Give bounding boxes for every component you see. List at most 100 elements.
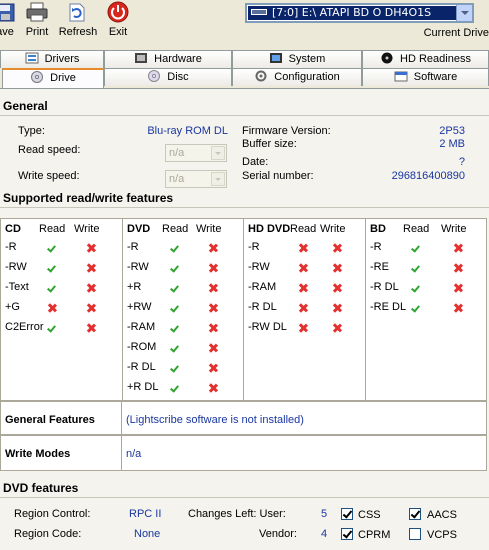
changes-user-value: 5 — [321, 508, 328, 520]
drive-select-value: [7:0] E:\ ATAPI BD O DH4O1S — [248, 6, 456, 20]
firmware-value: 2P53 — [439, 125, 465, 137]
tab-system[interactable]: System — [232, 50, 362, 68]
check-icon — [171, 304, 180, 313]
cprm-checkbox[interactable] — [341, 528, 353, 540]
check-icon — [48, 244, 57, 253]
check-icon — [171, 264, 180, 273]
refresh-icon — [69, 3, 85, 22]
check-icon — [171, 324, 180, 333]
tab-software-label: Software — [413, 71, 458, 83]
exit-label: Exit — [108, 26, 128, 38]
system-icon — [269, 52, 283, 64]
css-checkbox[interactable] — [341, 508, 353, 520]
region-code-label: Region Code: — [14, 528, 82, 540]
read-speed-label: Read speed: — [18, 144, 81, 156]
configuration-icon — [254, 70, 268, 82]
read-header: Read — [403, 223, 430, 235]
hd-readiness-icon — [380, 52, 394, 64]
optical-drive-icon — [251, 9, 267, 15]
aacs-checkbox[interactable] — [409, 508, 421, 520]
exit-icon — [107, 1, 129, 23]
aacs-label: AACS — [427, 509, 457, 521]
feature-name: -RE — [370, 261, 389, 273]
feature-column-dvd: DVD Read Write -R -RW +R +RW -RAM -ROM -R DL +R DL — [123, 219, 244, 400]
check-icon — [171, 384, 180, 393]
exit-button[interactable]: Exit — [104, 0, 132, 44]
chevron-down-icon[interactable] — [456, 5, 472, 21]
tab-hd-readiness[interactable]: HD Readiness — [362, 50, 489, 68]
feature-name: -RW DL — [248, 321, 287, 333]
date-label: Date: — [242, 156, 269, 168]
divider — [121, 436, 122, 470]
cross-icon — [333, 264, 342, 273]
feature-name: -ROM — [127, 341, 157, 353]
write-speed-select[interactable]: n/a — [165, 170, 227, 188]
read-header: Read — [162, 223, 189, 235]
feature-name: -R DL — [127, 361, 156, 373]
feature-name: -RW — [248, 261, 270, 273]
feature-column-cd: CD Read Write -R -RW -Text +G C2Error — [1, 219, 123, 400]
firmware-label: Firmware Version: — [242, 125, 331, 137]
feature-name: C2Error — [5, 321, 44, 333]
feature-table: CD Read Write -R -RW -Text +G C2Error DVD Read Wri… — [0, 218, 487, 401]
check-icon — [48, 284, 57, 293]
vendor-value: 4 — [321, 528, 328, 540]
check-icon — [412, 284, 421, 293]
tab-software[interactable]: Software — [362, 68, 489, 86]
cross-icon — [299, 304, 308, 313]
cross-icon — [454, 284, 463, 293]
check-icon — [171, 364, 180, 373]
cross-icon — [299, 284, 308, 293]
feature-name: +R — [127, 281, 142, 293]
save-button[interactable]: ave — [0, 0, 18, 44]
drive-select[interactable]: [7:0] E:\ ATAPI BD O DH4O1S — [245, 3, 474, 23]
check-icon — [171, 284, 180, 293]
vendor-label: Vendor: — [259, 528, 297, 540]
drive-icon — [30, 71, 44, 83]
feature-name: -R — [127, 241, 139, 253]
tab-configuration[interactable]: Configuration — [232, 68, 362, 86]
vcps-label: VCPS — [427, 529, 457, 541]
feature-name: -R — [5, 241, 17, 253]
refresh-label: Refresh — [58, 26, 98, 38]
cross-icon — [87, 324, 96, 333]
cross-icon — [299, 264, 308, 273]
refresh-button[interactable]: Refresh — [56, 0, 100, 44]
cross-icon — [209, 284, 218, 293]
print-button[interactable]: Print — [22, 0, 52, 44]
save-label: ave — [0, 26, 14, 38]
vcps-checkbox[interactable] — [409, 528, 421, 540]
css-label: CSS — [358, 509, 381, 521]
tab-disc-label: Disc — [167, 71, 189, 83]
tabs-row-1: Drivers Hardware System HD Readiness — [0, 50, 489, 68]
write-modes-label: Write Modes — [5, 448, 71, 460]
cross-icon — [87, 304, 96, 313]
tab-drivers[interactable]: Drivers — [0, 50, 104, 68]
feature-name: -R DL — [248, 301, 277, 313]
cross-icon — [209, 264, 218, 273]
tab-hardware[interactable]: Hardware — [104, 50, 232, 68]
read-speed-select[interactable]: n/a — [165, 144, 227, 162]
cross-icon — [333, 244, 342, 253]
disc-icon — [147, 70, 161, 82]
hardware-icon — [134, 52, 148, 64]
cross-icon — [454, 304, 463, 313]
general-heading: General — [0, 96, 489, 116]
type-label: Type: — [18, 125, 45, 137]
feature-name: -RW — [127, 261, 149, 273]
write-speed-value: n/a — [169, 173, 185, 185]
write-speed-label: Write speed: — [18, 170, 80, 182]
cross-icon — [333, 304, 342, 313]
chevron-down-icon — [211, 146, 225, 160]
cross-icon — [48, 304, 57, 313]
write-header: Write — [196, 223, 222, 235]
feature-name: +G — [5, 301, 20, 313]
cross-icon — [209, 324, 218, 333]
print-label: Print — [25, 26, 49, 38]
tab-drivers-label: Drivers — [44, 53, 80, 65]
tab-drive[interactable]: Drive — [2, 68, 104, 88]
region-code-value: None — [134, 528, 161, 540]
tab-disc[interactable]: Disc — [104, 68, 232, 86]
check-icon — [48, 264, 57, 273]
software-icon — [394, 70, 408, 82]
